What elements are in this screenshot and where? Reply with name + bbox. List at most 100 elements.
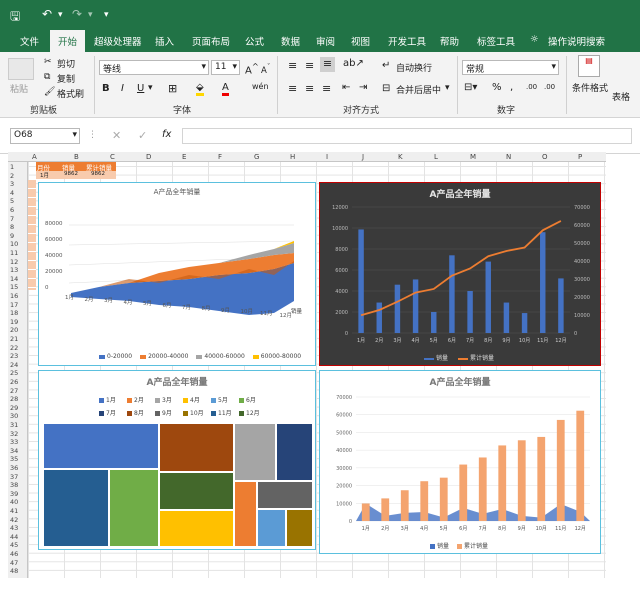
align-left-icon[interactable]: ≡ (288, 82, 297, 95)
column-header[interactable]: L (434, 153, 438, 161)
row-header[interactable]: 11 (10, 249, 18, 257)
row-header[interactable]: 31 (10, 421, 18, 429)
orientation-icon[interactable]: ab↗ (343, 58, 364, 69)
chevron-down-icon[interactable]: ▾ (148, 83, 153, 93)
column-header[interactable]: G (254, 153, 259, 161)
tab-file[interactable]: 文件 (20, 34, 39, 48)
tab-view[interactable]: 视图 (351, 34, 370, 48)
row-header[interactable]: 15 (10, 283, 18, 291)
row-header[interactable]: 45 (10, 541, 18, 549)
font-color-icon[interactable]: A (222, 82, 229, 96)
tab-review[interactable]: 审阅 (316, 34, 335, 48)
chevron-down-icon[interactable]: ▾ (445, 83, 450, 93)
decrease-decimal-icon[interactable]: .00 (544, 83, 555, 91)
row-header[interactable]: 14 (10, 275, 18, 283)
font-size-select[interactable]: 11 ▾ (211, 60, 240, 75)
row-header[interactable]: 34 (10, 447, 18, 455)
row-header[interactable]: 33 (10, 438, 18, 446)
copy-button[interactable]: 复制 (57, 72, 75, 85)
align-middle-icon[interactable]: ≡ (305, 59, 314, 72)
align-top-icon[interactable]: ≡ (288, 59, 297, 72)
row-header[interactable]: 4 (10, 189, 14, 197)
row-header[interactable]: 9 (10, 232, 14, 240)
tab-developer[interactable]: 开发工具 (388, 34, 426, 48)
tell-me-search[interactable]: 操作说明搜索 (548, 34, 605, 48)
tab-home[interactable]: 开始 (50, 30, 86, 52)
row-header[interactable]: 27 (10, 387, 18, 395)
align-center-icon[interactable]: ≡ (305, 82, 314, 95)
format-painter-button[interactable]: 格式刷 (57, 87, 84, 100)
column-header[interactable]: J (362, 153, 364, 161)
wrap-text-button[interactable]: 自动换行 (396, 61, 432, 74)
align-bottom-icon[interactable]: ≡ (320, 57, 335, 72)
row-header[interactable]: 2 (10, 172, 14, 180)
customize-toolbar-icon[interactable]: ▾ (104, 10, 109, 20)
chart-combo-dark[interactable]: A产品全年销量 0 2000 4000 6000 8000 10000 12000 0 1000… (319, 182, 601, 366)
row-header[interactable]: 19 (10, 318, 18, 326)
row-header[interactable]: 7 (10, 215, 14, 223)
row-header[interactable]: 25 (10, 369, 18, 377)
tab-label-tools[interactable]: 标签工具 (477, 34, 515, 48)
row-header[interactable]: 22 (10, 344, 18, 352)
row-header[interactable]: 42 (10, 516, 18, 524)
italic-button[interactable]: I (121, 83, 124, 94)
column-header[interactable]: N (506, 153, 511, 161)
row-header[interactable]: 12 (10, 258, 18, 266)
increase-font-icon[interactable]: A^ (245, 61, 259, 76)
row-header[interactable]: 24 (10, 361, 18, 369)
cut-button[interactable]: 剪切 (57, 57, 75, 70)
row-header[interactable]: 32 (10, 430, 18, 438)
chart-combo-light[interactable]: A产品全年销量 0 10000 20000 30000 40000 50000 60000 7… (319, 370, 601, 554)
row-header[interactable]: 28 (10, 395, 18, 403)
column-header[interactable]: O (542, 153, 548, 161)
row-header[interactable]: 23 (10, 352, 18, 360)
format-as-table-button[interactable]: 表格 (612, 90, 630, 103)
tab-super-processor[interactable]: 超级处理器 (94, 34, 142, 48)
align-right-icon[interactable]: ≡ (322, 82, 331, 95)
column-header[interactable]: B (74, 153, 79, 161)
row-header[interactable]: 39 (10, 490, 18, 498)
decrease-font-icon[interactable]: Aˇ (261, 62, 270, 76)
row-header[interactable]: 5 (10, 197, 14, 205)
row-header[interactable]: 30 (10, 412, 18, 420)
row-header[interactable]: 3 (10, 180, 14, 188)
redo-dropdown-icon[interactable]: ▾ (88, 10, 93, 20)
number-format-select[interactable]: 常规 ▾ (462, 60, 559, 75)
row-header[interactable]: 43 (10, 524, 18, 532)
currency-icon[interactable]: ⊟▾ (464, 82, 477, 93)
row-header[interactable]: 29 (10, 404, 18, 412)
fill-color-icon[interactable]: ⬙ (196, 82, 204, 96)
row-header[interactable]: 1 (10, 163, 14, 171)
row-header[interactable]: 8 (10, 223, 14, 231)
row-header[interactable]: 18 (10, 309, 18, 317)
column-header[interactable]: H (290, 153, 295, 161)
save-icon[interactable]: 🖫 (10, 7, 20, 28)
row-header[interactable]: 40 (10, 498, 18, 506)
row-header[interactable]: 41 (10, 507, 18, 515)
decrease-indent-icon[interactable]: ⇤ (342, 82, 350, 93)
tab-help[interactable]: 帮助 (440, 34, 459, 48)
undo-dropdown-icon[interactable]: ▾ (58, 10, 63, 20)
merge-center-button[interactable]: 合并后居中 (396, 83, 441, 96)
tab-formulas[interactable]: 公式 (245, 34, 264, 48)
row-header[interactable]: 46 (10, 550, 18, 558)
row-header[interactable]: 16 (10, 292, 18, 300)
column-header[interactable]: P (578, 153, 582, 161)
increase-decimal-icon[interactable]: .00 (526, 83, 537, 91)
comma-icon[interactable]: , (510, 82, 513, 93)
column-header[interactable]: E (182, 153, 186, 161)
chart-treemap[interactable]: A产品全年销量 1月 2月 3月 4月 5月 6月 7月 8月 9月 10月 11月 12月 (38, 370, 316, 550)
borders-icon[interactable]: ⊞ (168, 82, 177, 95)
row-header[interactable]: 38 (10, 481, 18, 489)
row-header[interactable]: 10 (10, 240, 18, 248)
bold-button[interactable]: B (102, 83, 110, 94)
table-row[interactable]: 1月 9862 9862 (36, 171, 116, 179)
tab-page-layout[interactable]: 页面布局 (192, 34, 230, 48)
tab-insert[interactable]: 插入 (155, 34, 174, 48)
row-header[interactable]: 37 (10, 473, 18, 481)
percent-icon[interactable]: % (492, 82, 502, 93)
formula-input[interactable] (182, 128, 632, 144)
row-header[interactable]: 36 (10, 464, 18, 472)
undo-icon[interactable]: ↶ (42, 7, 52, 21)
column-header[interactable]: I (326, 153, 328, 161)
